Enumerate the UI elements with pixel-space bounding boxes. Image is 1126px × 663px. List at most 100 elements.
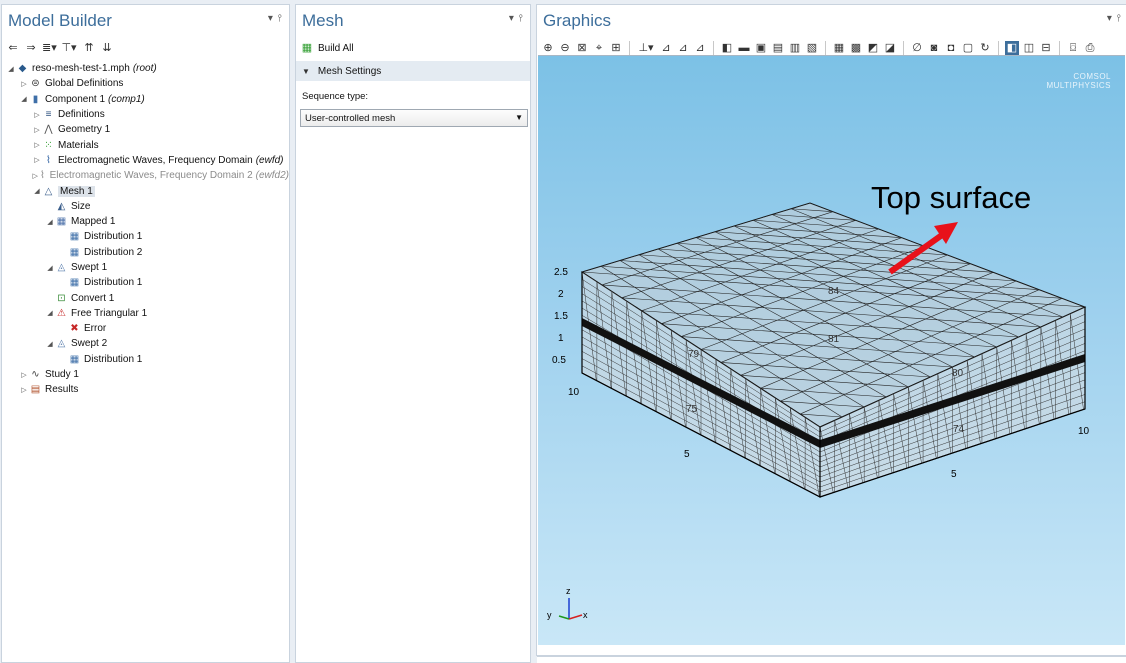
select-objects-icon[interactable]: ▣ bbox=[754, 41, 768, 55]
zoom-extents-icon[interactable]: ⊞ bbox=[609, 41, 623, 55]
tree-node-label: Definitions bbox=[58, 109, 105, 121]
model-builder-panel: Model Builder ▾ ⫯ ⇐ ⇒ ≣▾ ⊤▾ ⇈ ⇊ ◢ ◆ reso-m… bbox=[1, 4, 290, 663]
collapsed-arrow-icon[interactable]: ▷ bbox=[19, 371, 29, 379]
panel-menu-icon[interactable]: ▾ ⫯ bbox=[509, 13, 524, 24]
reset-view-icon[interactable]: ↻ bbox=[978, 41, 992, 55]
expanded-arrow-icon[interactable]: ◢ bbox=[19, 95, 29, 103]
tree-node[interactable]: ◢ ◆ reso-mesh-test-1.mph (root) bbox=[6, 61, 289, 76]
tree-node[interactable]: ▦ Distribution 1 bbox=[6, 275, 289, 290]
mesh-settings-section[interactable]: ▼ Mesh Settings bbox=[296, 61, 530, 81]
expanded-arrow-icon[interactable]: ◢ bbox=[45, 340, 55, 348]
tree-node-label: Error bbox=[84, 323, 107, 335]
scene-icon[interactable]: ◧ bbox=[1005, 41, 1019, 55]
sequence-type-label: Sequence type: bbox=[302, 91, 369, 102]
back-arrow-icon[interactable]: ⇐ bbox=[6, 41, 20, 55]
forward-arrow-icon[interactable]: ⇒ bbox=[24, 41, 38, 55]
clear-selection-icon[interactable]: ▩ bbox=[849, 41, 863, 55]
expanded-arrow-icon[interactable]: ◢ bbox=[32, 187, 42, 195]
panel-menu-icon[interactable]: ▾ ⫯ bbox=[268, 13, 283, 24]
tree-node[interactable]: ✖ Error bbox=[6, 321, 289, 336]
grid-icon[interactable]: ⊟ bbox=[1039, 41, 1053, 55]
zoom-out-icon[interactable]: ⊖ bbox=[558, 41, 572, 55]
collapsed-arrow-icon[interactable]: ▷ bbox=[32, 126, 42, 134]
frame-icon[interactable]: ◫ bbox=[1022, 41, 1036, 55]
toggle-visibility-icon[interactable]: ◘ bbox=[944, 41, 958, 55]
view-axis-icon[interactable]: ⊥▾ bbox=[636, 41, 656, 55]
tree-node[interactable]: ▷ ⌇ Electromagnetic Waves, Frequency Domai… bbox=[6, 153, 289, 168]
collapsed-arrow-icon[interactable]: ▷ bbox=[32, 141, 42, 149]
collapsed-arrow-icon[interactable]: ▷ bbox=[19, 386, 29, 394]
scene-light-icon[interactable]: ◧ bbox=[720, 41, 734, 55]
zoom-box-icon[interactable]: ⊠ bbox=[575, 41, 589, 55]
expand-tree-icon[interactable]: ⇈ bbox=[82, 41, 96, 55]
tree-node[interactable]: ◢ ◬ Swept 2 bbox=[6, 336, 289, 351]
camera-icon[interactable]: ⌼ bbox=[1066, 41, 1080, 55]
zoom-selected-icon[interactable]: ⌖ bbox=[592, 41, 606, 55]
graphics-viewport[interactable]: COMSOL MULTIPHYSICS 2.5 2 1.5 1 0.5 10 5… bbox=[538, 55, 1125, 645]
tree-node[interactable]: ▦ Distribution 1 bbox=[6, 352, 289, 367]
mesh-scene[interactable]: 2.5 2 1.5 1 0.5 10 5 10 5 84 81 79 80 75 74 z y x bbox=[538, 56, 1126, 644]
tree-node[interactable]: ▦ Distribution 1 bbox=[6, 229, 289, 244]
build-all-icon[interactable]: ▦ bbox=[300, 41, 314, 55]
print-icon[interactable]: ⎙ bbox=[1083, 41, 1097, 55]
model-builder-toolbar: ⇐ ⇒ ≣▾ ⊤▾ ⇈ ⇊ bbox=[6, 39, 114, 57]
collapsed-arrow-icon[interactable]: ▷ bbox=[32, 156, 42, 164]
wireframe-icon[interactable]: ▢ bbox=[961, 41, 975, 55]
axis-tick-label: 5 bbox=[951, 469, 957, 480]
axis-tick-label: 75 bbox=[686, 404, 698, 415]
zoom-in-icon[interactable]: ⊕ bbox=[541, 41, 555, 55]
view-xy-icon[interactable]: ⊿ bbox=[659, 41, 673, 55]
tree-node[interactable]: ◢ △ Mesh 1 bbox=[6, 183, 289, 198]
tree-node[interactable]: ▷ ▤ Results bbox=[6, 382, 289, 397]
tree-node[interactable]: ▷ ⋀ Geometry 1 bbox=[6, 122, 289, 137]
tree-node[interactable]: ◢ ◬ Swept 1 bbox=[6, 260, 289, 275]
chevron-down-icon: ▼ bbox=[515, 113, 523, 122]
view-zx-icon[interactable]: ⊿ bbox=[693, 41, 707, 55]
show-icon[interactable]: ◙ bbox=[927, 41, 941, 55]
axis-tick-label: 81 bbox=[828, 334, 840, 345]
axis-tick-label: 74 bbox=[953, 424, 965, 435]
sequence-type-select[interactable]: User-controlled mesh ▼ bbox=[300, 109, 528, 127]
expanded-arrow-icon[interactable]: ◢ bbox=[45, 309, 55, 317]
tree-node-icon: ⋀ bbox=[44, 124, 53, 136]
tree-node[interactable]: ▷ ⌇ Electromagnetic Waves, Frequency Domai… bbox=[6, 168, 289, 183]
tree-node[interactable]: ▷ ∿ Study 1 bbox=[6, 367, 289, 382]
select-boundaries-icon[interactable]: ▥ bbox=[788, 41, 802, 55]
tree-node[interactable]: ▦ Distribution 2 bbox=[6, 245, 289, 260]
axis-tick-label: 10 bbox=[1078, 426, 1090, 437]
tree-node-label: Swept 2 bbox=[71, 338, 108, 350]
select-edges-icon[interactable]: ▧ bbox=[805, 41, 819, 55]
invert-selection-icon[interactable]: ◩ bbox=[866, 41, 880, 55]
tree-node-icon: ◬ bbox=[57, 262, 66, 273]
axis-tick-label: 5 bbox=[684, 449, 690, 460]
expanded-arrow-icon[interactable]: ◢ bbox=[6, 65, 16, 73]
tree-node[interactable]: ▷ ⊜ Global Definitions bbox=[6, 76, 289, 91]
collapse-tree-icon[interactable]: ⇊ bbox=[100, 41, 114, 55]
tree-node[interactable]: ⊡ Convert 1 bbox=[6, 290, 289, 305]
expanded-arrow-icon[interactable]: ◢ bbox=[45, 264, 55, 272]
list-view-icon[interactable]: ≣▾ bbox=[42, 41, 57, 55]
tree-node[interactable]: ▷ ⁙ Materials bbox=[6, 137, 289, 152]
select-all-icon[interactable]: ▦ bbox=[832, 41, 846, 55]
toolbar-divider bbox=[825, 41, 826, 55]
select-domains-icon[interactable]: ▤ bbox=[771, 41, 785, 55]
filter-icon[interactable]: ⊤▾ bbox=[60, 41, 78, 55]
tree-node[interactable]: ▷ ≡ Definitions bbox=[6, 107, 289, 122]
collapsed-arrow-icon[interactable]: ▷ bbox=[19, 80, 29, 88]
tree-node[interactable]: ◭ Size bbox=[6, 199, 289, 214]
select-box-icon[interactable]: ◪ bbox=[883, 41, 897, 55]
view-yz-icon[interactable]: ⊿ bbox=[676, 41, 690, 55]
transparency-icon[interactable]: ▬ bbox=[737, 41, 751, 55]
sequence-type-value: User-controlled mesh bbox=[305, 112, 396, 124]
tree-node[interactable]: ◢ ▦ Mapped 1 bbox=[6, 214, 289, 229]
tree-node[interactable]: ◢ ⚠ Free Triangular 1 bbox=[6, 306, 289, 321]
expanded-arrow-icon[interactable]: ◢ bbox=[45, 218, 55, 226]
build-all-button[interactable]: Build All bbox=[318, 43, 354, 54]
panel-menu-icon[interactable]: ▾ ⫯ bbox=[1107, 13, 1122, 24]
model-tree: ◢ ◆ reso-mesh-test-1.mph (root) ▷ ⊜ Global Def… bbox=[6, 61, 289, 398]
tree-node-label: reso-mesh-test-1.mph bbox=[32, 63, 130, 75]
tree-node[interactable]: ◢ ▮ Component 1 (comp1) bbox=[6, 92, 289, 107]
hide-icon[interactable]: ∅ bbox=[910, 41, 924, 55]
triad-z-label: z bbox=[566, 586, 571, 596]
collapsed-arrow-icon[interactable]: ▷ bbox=[32, 111, 42, 119]
